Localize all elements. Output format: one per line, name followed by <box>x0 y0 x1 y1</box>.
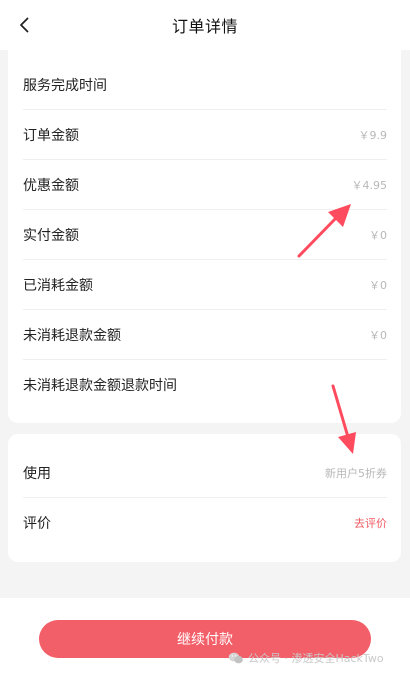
row-label: 优惠金额 <box>23 177 79 194</box>
chevron-left-icon <box>20 17 29 33</box>
row-review[interactable]: 评价 去评价 <box>23 498 387 548</box>
row-unconsumed-refund-time: 未消耗退款金额退款时间 <box>23 360 387 410</box>
row-label: 评价 <box>23 516 51 532</box>
row-consumed-amount: 已消耗金额 ￥0 <box>23 260 387 310</box>
row-label: 未消耗退款金额 <box>23 327 121 344</box>
row-value: ￥4.95 <box>351 178 388 192</box>
row-discount-amount: 优惠金额 ￥4.95 <box>23 160 387 210</box>
row-order-amount: 订单金额 ￥9.9 <box>23 110 387 160</box>
row-unconsumed-refund-amount: 未消耗退款金额 ￥0 <box>23 310 387 360</box>
row-service-completion-time: 服务完成时间 <box>23 60 387 110</box>
row-label: 未消耗退款金额退款时间 <box>23 378 177 394</box>
row-label: 实付金额 <box>23 227 79 244</box>
row-value: ￥9.9 <box>358 128 388 142</box>
wechat-icon <box>228 652 243 664</box>
row-use-coupon[interactable]: 使用 新用户5折券 <box>23 448 387 498</box>
back-button[interactable] <box>6 6 44 44</box>
page-title: 订单详情 <box>171 17 238 36</box>
watermark: 公众号 · 渗透安全HackTwo <box>228 648 384 668</box>
row-value: ￥0 <box>369 278 387 292</box>
row-value: ￥0 <box>369 328 387 342</box>
row-paid-amount: 实付金额 ￥0 <box>23 210 387 260</box>
header-bar: 订单详情 <box>0 0 410 50</box>
row-label: 订单金额 <box>23 127 79 144</box>
order-info-card: 服务完成时间 订单金额 ￥9.9 优惠金额 ￥4.95 实付金额 ￥0 已消耗金… <box>8 50 401 423</box>
actions-card: 使用 新用户5折券 评价 去评价 <box>8 434 401 562</box>
row-label: 服务完成时间 <box>23 77 107 94</box>
review-link[interactable]: 去评价 <box>354 515 387 531</box>
row-label: 已消耗金额 <box>23 277 93 294</box>
watermark-text: 公众号 · 渗透安全HackTwo <box>248 652 384 665</box>
row-label: 使用 <box>23 465 51 482</box>
coupon-value[interactable]: 新用户5折券 <box>325 465 387 481</box>
row-value: ￥0 <box>369 228 387 242</box>
